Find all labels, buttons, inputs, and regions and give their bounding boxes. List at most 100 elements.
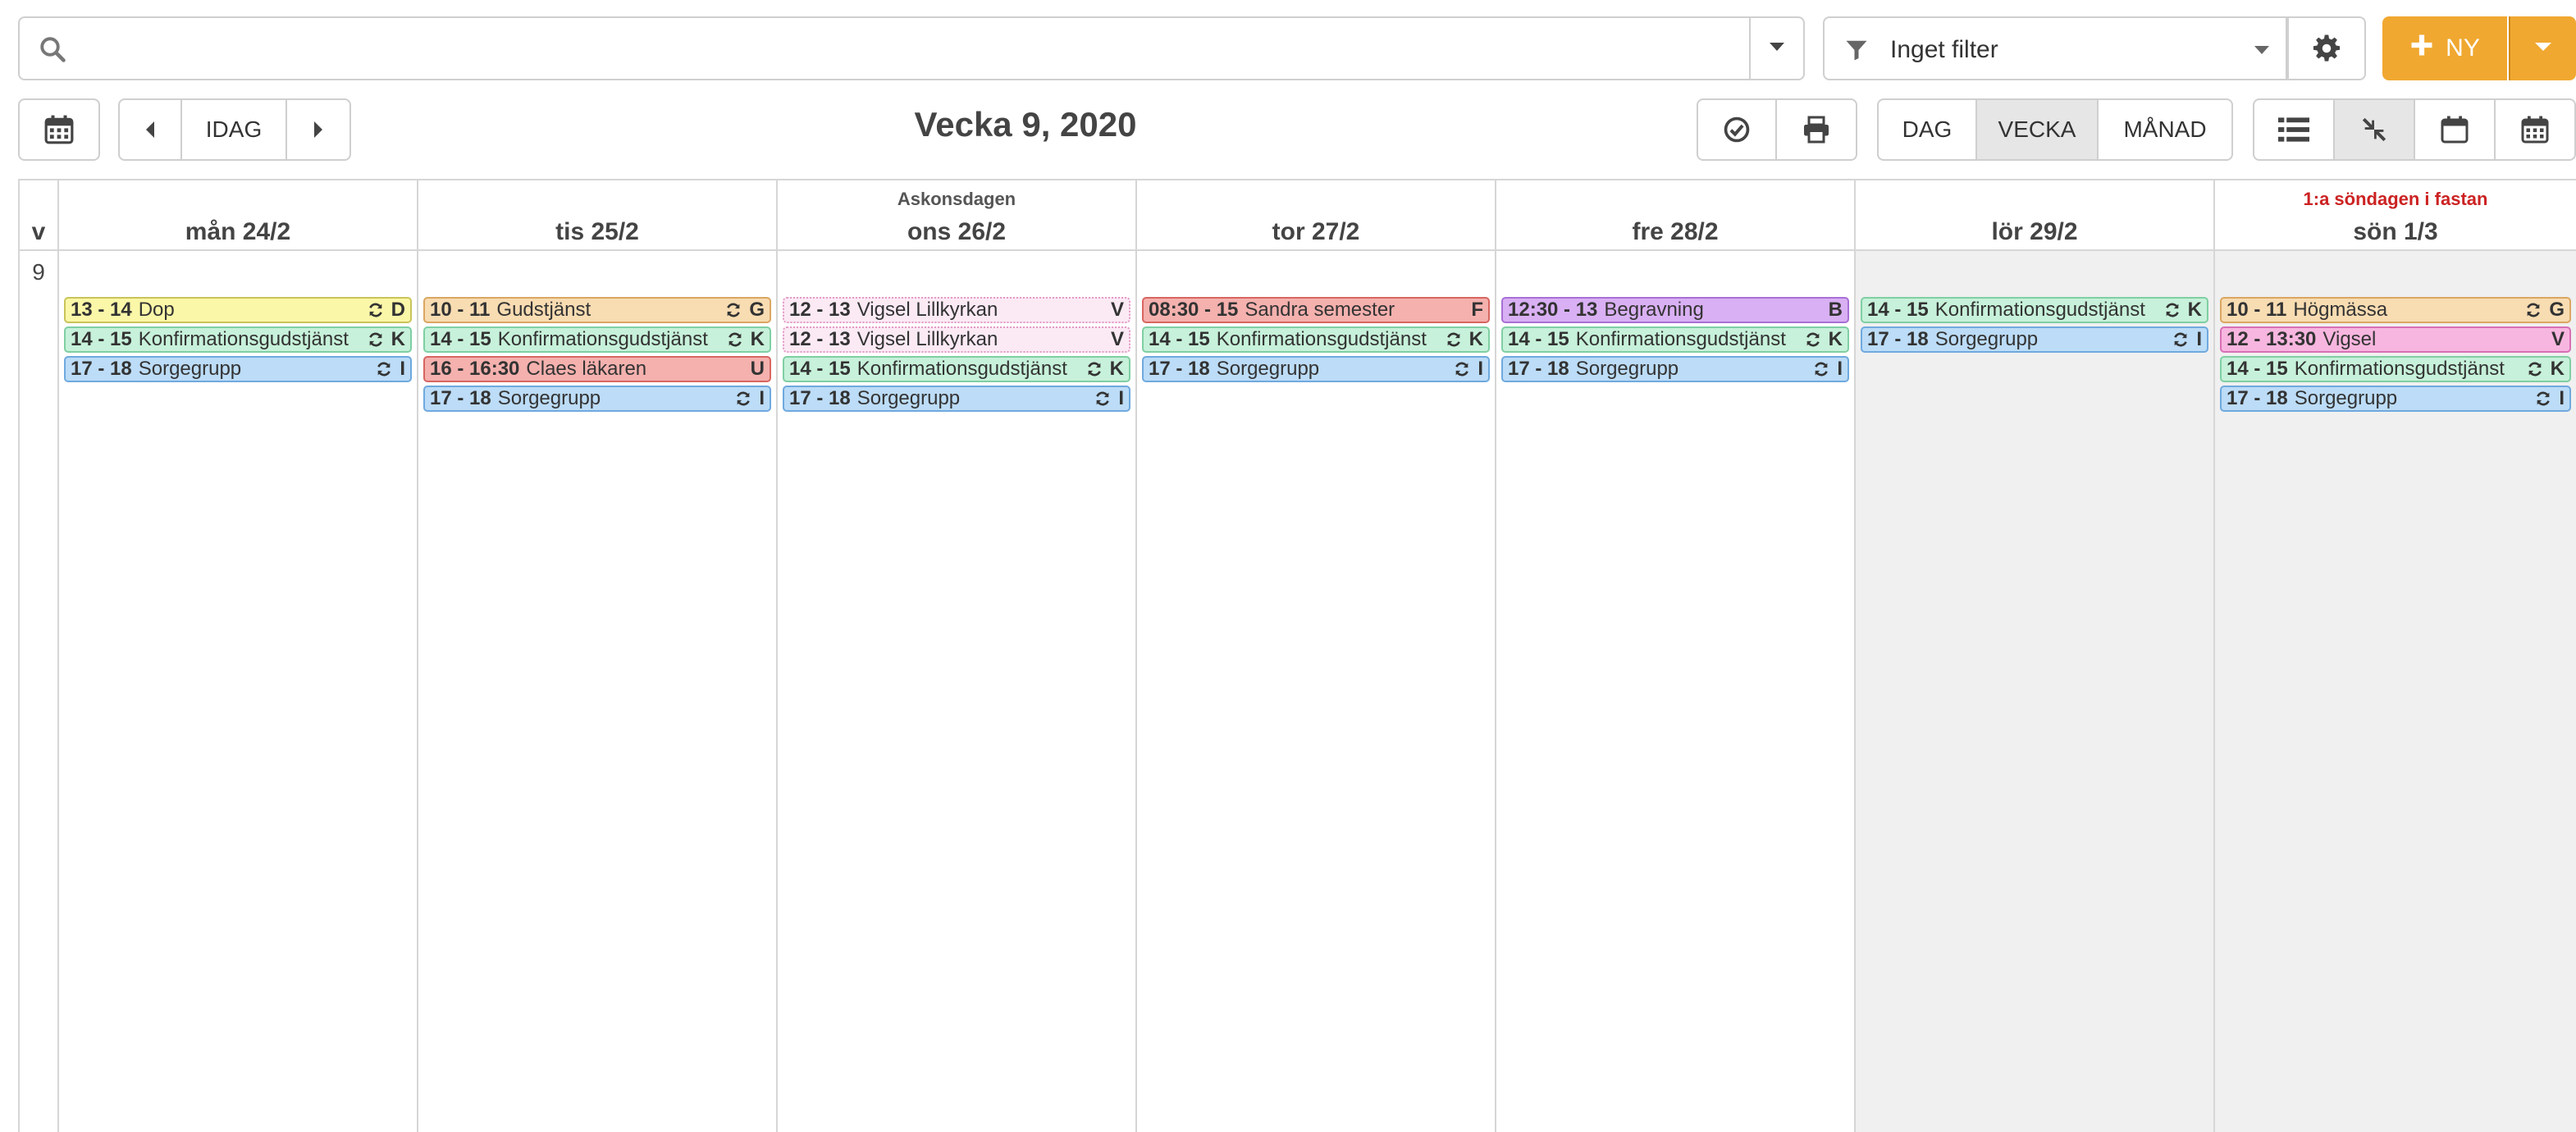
calendar-event[interactable]: 10 - 11 Högmässa G [2220,297,2571,323]
calendar-event[interactable]: 17 - 18 Sorgegrupp I [1501,356,1849,382]
week-calendar: v 9 mån 24/2 13 - 14 Dop D 14 - 15 Konfirmati… [18,179,2576,1132]
event-title: Vigsel Lillkyrkan [856,328,998,350]
calendar-event[interactable]: 17 - 18 Sorgegrupp I [1142,356,1490,382]
calendar-event[interactable]: 14 - 15 Konfirmationsgudstjänst K [64,326,412,353]
event-category-code: F [1471,299,1483,321]
mark-done-button[interactable] [1697,98,1777,161]
day-column[interactable]: tor 27/2 08:30 - 15 Sandra semester F 14 - 1… [1137,180,1496,1132]
calendar-event[interactable]: 17 - 18 Sorgegrupp I [783,386,1130,412]
event-category-code: K [2550,358,2565,380]
event-title: Sorgegrupp [2294,387,2398,409]
repeat-icon [1094,390,1112,408]
event-category-code: V [1110,299,1124,321]
view-month-button[interactable]: MÅNAD [2097,98,2233,161]
filter-select[interactable]: Inget filter [1823,16,2287,80]
day-column[interactable]: fre 28/2 12:30 - 13 Begravning B 14 - 15 Konf… [1496,180,1856,1132]
event-title: Konfirmationsgudstjänst [2294,358,2505,380]
event-category-code: V [1110,328,1124,350]
event-category-code: K [750,328,765,350]
calendar-blank-icon [2440,115,2469,144]
repeat-icon [367,331,385,349]
event-list: 14 - 15 Konfirmationsgudstjänst K 17 - 18 So… [1861,297,2208,356]
view-week-button[interactable]: VECKA [1975,98,2099,161]
compact-view-button[interactable] [2333,98,2415,161]
calendar-event[interactable]: 14 - 15 Konfirmationsgudstjänst K [1501,326,1849,353]
calendar-grid-icon [2520,115,2550,144]
repeat-icon [1445,331,1463,349]
week-number-column: v 9 [20,180,59,1132]
repeat-icon [1453,360,1471,378]
event-title: Konfirmationsgudstjänst [1216,328,1427,350]
event-title: Gudstjänst [496,299,591,321]
date-picker-button[interactable] [18,98,100,161]
calendar-event[interactable]: 17 - 18 Sorgegrupp I [1861,326,2208,353]
day-column[interactable]: mån 24/2 13 - 14 Dop D 14 - 15 Konfirmationsg… [59,180,418,1132]
day-column[interactable]: lör 29/2 14 - 15 Konfirmationsgudstjänst K 1… [1856,180,2215,1132]
event-category-code: V [2551,328,2565,350]
week-number: 9 [32,259,45,285]
calendar-event[interactable]: 14 - 15 Konfirmationsgudstjänst K [1142,326,1490,353]
today-button[interactable]: IDAG [180,98,287,161]
event-title: Högmässa [2293,299,2388,321]
calendar-grid-view-button[interactable] [2494,98,2576,161]
calendar-event[interactable]: 17 - 18 Sorgegrupp I [64,356,412,382]
day-header[interactable]: fre 28/2 [1496,180,1854,251]
event-time: 14 - 15 [789,358,851,380]
day-header[interactable]: lör 29/2 [1856,180,2213,251]
event-category-code: I [2559,387,2565,409]
repeat-icon [2534,390,2552,408]
event-category-code: K [2187,299,2202,321]
day-column[interactable]: tis 25/2 10 - 11 Gudstjänst G 14 - 15 Konfirm… [418,180,778,1132]
print-button[interactable] [1775,98,1857,161]
event-title: Claes läkaren [526,358,647,380]
calendar-event[interactable]: 12:30 - 13 Begravning B [1501,297,1849,323]
day-header[interactable]: mån 24/2 [59,180,417,251]
day-header[interactable]: tis 25/2 [418,180,776,251]
calendar-event[interactable]: 08:30 - 15 Sandra semester F [1142,297,1490,323]
calendar-event[interactable]: 10 - 11 Gudstjänst G [423,297,771,323]
event-title: Sorgegrupp [1934,328,2039,350]
new-button[interactable]: NY [2382,16,2507,80]
day-header[interactable]: Askonsdagen ons 26/2 [778,180,1135,251]
day-header[interactable]: tor 27/2 [1137,180,1495,251]
next-week-button[interactable] [285,98,351,161]
repeat-icon [724,301,742,319]
previous-week-button[interactable] [118,98,182,161]
day-header[interactable]: 1:a söndagen i fastan sön 1/3 [2215,180,2576,251]
week-header-label: v [31,218,46,245]
calendar-event[interactable]: 17 - 18 Sorgegrupp I [423,386,771,412]
list-view-button[interactable] [2253,98,2335,161]
week-number-header: v [20,180,57,251]
day-column[interactable]: 1:a söndagen i fastan sön 1/3 10 - 11 Högmä… [2215,180,2576,1132]
event-title: Konfirmationsgudstjänst [497,328,708,350]
calendar-event[interactable]: 14 - 15 Konfirmationsgudstjänst K [423,326,771,353]
day-column[interactable]: Askonsdagen ons 26/2 12 - 13 Vigsel Lillkyr… [778,180,1137,1132]
search-options-dropdown[interactable] [1749,18,1803,79]
calendar-event[interactable]: 14 - 15 Konfirmationsgudstjänst K [2220,356,2571,382]
event-category-code: I [2196,328,2202,350]
plus-icon [2409,33,2434,64]
calendar-event[interactable]: 14 - 15 Konfirmationsgudstjänst K [1861,297,2208,323]
settings-button[interactable] [2287,16,2366,80]
calendar-view-button[interactable] [2414,98,2496,161]
calendar-event[interactable]: 14 - 15 Konfirmationsgudstjänst K [783,356,1130,382]
repeat-icon [726,331,744,349]
event-time: 12:30 - 13 [1508,299,1598,321]
event-category-code: I [400,358,405,380]
new-dropdown-button[interactable] [2509,16,2576,80]
day-label: sön 1/3 [2353,218,2438,245]
calendar-event[interactable]: 12 - 13 Vigsel Lillkyrkan V [783,297,1130,323]
event-title: Vigsel Lillkyrkan [856,299,998,321]
caret-right-icon [313,120,324,139]
event-category-code: U [750,358,765,380]
event-list: 12:30 - 13 Begravning B 14 - 15 Konfirmation… [1501,297,1849,386]
view-day-button[interactable]: DAG [1877,98,1977,161]
calendar-event[interactable]: 17 - 18 Sorgegrupp I [2220,386,2571,412]
calendar-icon [43,114,75,145]
calendar-event[interactable]: 12 - 13:30 Vigsel V [2220,326,2571,353]
calendar-event[interactable]: 13 - 14 Dop D [64,297,412,323]
event-time: 12 - 13 [789,299,851,321]
calendar-event[interactable]: 16 - 16:30 Claes läkaren U [423,356,771,382]
search-input[interactable] [77,25,1701,72]
calendar-event[interactable]: 12 - 13 Vigsel Lillkyrkan V [783,326,1130,353]
